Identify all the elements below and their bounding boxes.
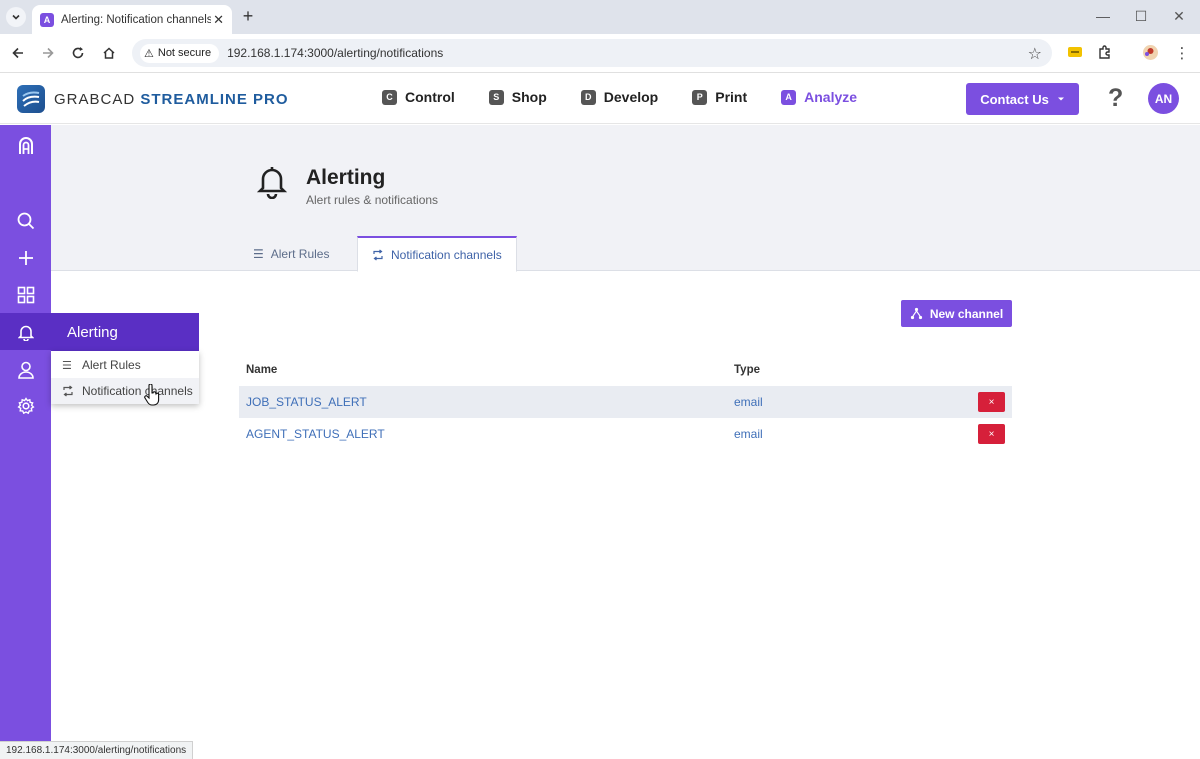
nav-analyze[interactable]: A Analyze bbox=[781, 89, 857, 105]
browser-status-bar: 192.168.1.174:3000/alerting/notification… bbox=[0, 741, 194, 759]
column-header-name: Name bbox=[246, 364, 278, 376]
nav-shop[interactable]: S Shop bbox=[488, 89, 547, 105]
site-info-chip[interactable]: ⚠ Not secure bbox=[140, 43, 220, 63]
sidebar-alerting-bell-icon[interactable] bbox=[13, 319, 39, 345]
tab-search-button[interactable] bbox=[6, 7, 26, 27]
channels-swap-icon bbox=[373, 249, 383, 260]
warning-icon: ⚠ bbox=[144, 47, 154, 60]
home-icon[interactable] bbox=[99, 43, 119, 63]
channel-type[interactable]: email bbox=[734, 395, 763, 409]
security-label: Not secure bbox=[157, 47, 212, 59]
alerting-flyout-menu: ☰ Alert Rules Notification channels bbox=[51, 351, 199, 404]
sidebar-dashboards-grid-icon[interactable] bbox=[13, 282, 39, 308]
delete-channel-button[interactable]: × bbox=[978, 392, 1005, 412]
column-header-type: Type bbox=[734, 364, 760, 376]
tab-notification-channels[interactable]: Notification channels bbox=[357, 236, 517, 272]
table-row: JOB_STATUS_ALERT email × bbox=[239, 386, 1012, 418]
profile-icon[interactable] bbox=[1142, 44, 1160, 62]
control-icon: C bbox=[382, 89, 397, 105]
bookmark-star-icon[interactable]: ☆ bbox=[1028, 44, 1042, 64]
page-header: Alerting Alert rules & notifications ☰ A… bbox=[51, 125, 1200, 272]
print-icon: P bbox=[692, 89, 708, 105]
nav-develop[interactable]: D Develop bbox=[580, 89, 658, 105]
alerting-flyout-title[interactable]: Alerting bbox=[51, 313, 199, 351]
analyze-icon: A bbox=[781, 89, 797, 105]
brand-logo[interactable]: GRABCAD STREAMLINE PRO bbox=[17, 85, 289, 113]
alerting-bell-icon bbox=[256, 165, 288, 204]
extension-icon[interactable] bbox=[1067, 44, 1085, 62]
browser-tab-title: Alerting: Notification channels - bbox=[61, 13, 211, 26]
develop-icon: D bbox=[580, 89, 596, 105]
extensions-puzzle-icon[interactable] bbox=[1097, 44, 1115, 62]
nav-control[interactable]: C Control bbox=[382, 89, 455, 105]
left-sidebar bbox=[0, 125, 51, 759]
flyout-item-alert-rules[interactable]: ☰ Alert Rules bbox=[51, 352, 199, 378]
channel-type[interactable]: email bbox=[734, 427, 763, 441]
sidebar-user-icon[interactable] bbox=[13, 357, 39, 383]
user-avatar[interactable]: AN bbox=[1148, 83, 1179, 114]
hand-cursor-icon bbox=[144, 383, 160, 411]
address-bar[interactable]: ⚠ Not secure 192.168.1.174:3000/alerting… bbox=[132, 39, 1052, 67]
sidebar-settings-gear-icon[interactable] bbox=[13, 393, 39, 419]
sidebar-search-icon[interactable] bbox=[13, 208, 39, 234]
caret-down-icon bbox=[1057, 97, 1064, 101]
page-subtitle: Alert rules & notifications bbox=[306, 193, 439, 207]
flyout-item-notification-channels[interactable]: Notification channels bbox=[51, 378, 199, 404]
sidebar-home-logo-icon[interactable] bbox=[13, 133, 39, 159]
reload-icon[interactable] bbox=[68, 43, 88, 63]
url-text: 192.168.1.174:3000/alerting/notification… bbox=[227, 46, 444, 60]
list-icon: ☰ bbox=[253, 246, 264, 261]
main-nav: C Control S Shop D Develop P Print A Ana… bbox=[382, 89, 891, 105]
tab-alert-rules[interactable]: ☰ Alert Rules bbox=[239, 236, 343, 271]
app-favicon-icon: A bbox=[40, 12, 54, 27]
help-icon[interactable]: ? bbox=[1108, 84, 1123, 113]
back-icon[interactable] bbox=[8, 43, 28, 63]
close-window-icon[interactable]: ✕ bbox=[1169, 8, 1189, 25]
channel-name-link[interactable]: AGENT_STATUS_ALERT bbox=[246, 427, 385, 441]
grabcad-logo-icon bbox=[17, 85, 45, 113]
new-tab-button[interactable]: + bbox=[238, 6, 258, 26]
chevron-down-icon bbox=[12, 14, 20, 20]
browser-menu-icon[interactable]: ⋮ bbox=[1172, 43, 1192, 63]
nav-print[interactable]: P Print bbox=[692, 89, 747, 105]
sidebar-create-plus-icon[interactable] bbox=[13, 245, 39, 271]
page-title: Alerting bbox=[306, 166, 386, 189]
add-channel-icon bbox=[910, 307, 922, 320]
browser-toolbar: ⚠ Not secure 192.168.1.174:3000/alerting… bbox=[0, 34, 1200, 73]
shop-icon: S bbox=[488, 89, 504, 105]
minimize-icon[interactable]: — bbox=[1093, 8, 1113, 24]
maximize-icon[interactable]: ☐ bbox=[1131, 8, 1151, 25]
new-channel-button[interactable]: New channel bbox=[901, 300, 1012, 327]
contact-us-button[interactable]: Contact Us bbox=[966, 83, 1079, 115]
channels-swap-icon bbox=[63, 385, 73, 397]
browser-tab-bar: A Alerting: Notification channels - ✕ + … bbox=[0, 0, 1200, 34]
app-header: GRABCAD STREAMLINE PRO C Control S Shop … bbox=[0, 74, 1200, 124]
browser-tab[interactable]: A Alerting: Notification channels - ✕ bbox=[32, 5, 232, 34]
delete-channel-button[interactable]: × bbox=[978, 424, 1005, 444]
list-icon: ☰ bbox=[62, 359, 72, 372]
brand-prefix: GRABCAD bbox=[54, 90, 136, 108]
channel-name-link[interactable]: JOB_STATUS_ALERT bbox=[246, 395, 367, 409]
forward-icon[interactable] bbox=[38, 43, 58, 63]
table-row: AGENT_STATUS_ALERT email × bbox=[239, 418, 1012, 450]
brand-name: STREAMLINE PRO bbox=[140, 90, 289, 108]
close-tab-icon[interactable]: ✕ bbox=[213, 12, 224, 28]
